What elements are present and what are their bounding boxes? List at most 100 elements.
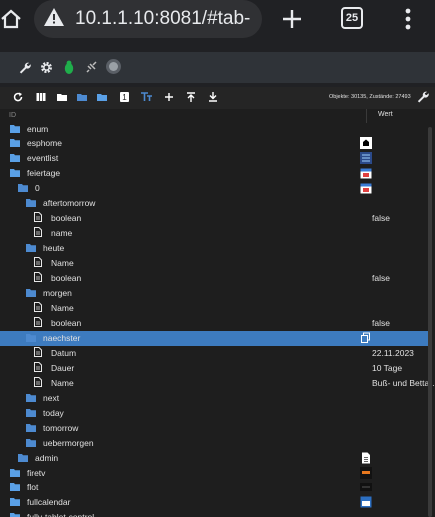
scrollbar[interactable]	[428, 127, 432, 517]
tree-folder-row[interactable]: morgen	[0, 286, 430, 301]
tree-folder-row[interactable]: fully-tablet-control	[0, 510, 430, 517]
document-icon	[362, 452, 370, 464]
bug-icon[interactable]	[63, 60, 75, 75]
download-icon[interactable]	[208, 92, 218, 102]
folder-icon	[10, 169, 20, 177]
wrench-icon[interactable]	[18, 61, 31, 74]
tree-folder-row[interactable]: flot	[0, 480, 430, 495]
state-document-icon	[34, 302, 42, 312]
upload-icon[interactable]	[186, 92, 196, 102]
object-stats: Objekte: 30135, Zustände: 27493	[329, 94, 411, 100]
folder-icon	[26, 244, 36, 252]
state-value[interactable]: false	[372, 213, 390, 223]
more-menu-icon[interactable]	[404, 8, 412, 30]
tree-item-label: heute	[43, 243, 65, 253]
state-document-icon	[34, 272, 42, 282]
tree-item-label: admin	[35, 453, 59, 463]
tree-folder-row[interactable]: heute	[0, 241, 430, 256]
tree-item-label: uebermorgen	[43, 438, 94, 448]
tree-folder-row[interactable]: esphome	[0, 136, 430, 151]
warning-icon[interactable]	[43, 7, 65, 27]
tree-folder-row[interactable]: firetv	[0, 466, 430, 481]
tree-item-label: tomorrow	[43, 423, 79, 433]
gear-icon[interactable]	[40, 61, 53, 74]
state-document-icon	[34, 347, 42, 357]
tree-folder-row[interactable]: enum	[0, 123, 430, 137]
text-size-icon[interactable]	[141, 92, 153, 102]
state-document-icon	[34, 362, 42, 372]
folder-icon	[26, 199, 36, 207]
browser-toolbar: 10.1.1.10:8081/#tab- 25	[0, 0, 435, 46]
tree-folder-row[interactable]: today	[0, 406, 430, 421]
tree-item-label: 0	[35, 183, 40, 193]
tree-item-label: Datum	[51, 348, 77, 358]
tree-item-label: morgen	[43, 288, 72, 298]
state-value[interactable]: false	[372, 318, 390, 328]
tree-folder-row[interactable]: tomorrow	[0, 421, 430, 436]
tree-state-row[interactable]: Name	[0, 301, 430, 316]
firetv-logo-icon	[360, 467, 372, 479]
tree-folder-row[interactable]: uebermorgen	[0, 436, 430, 451]
tree-folder-row[interactable]: 0	[0, 181, 430, 196]
folder-icon	[10, 498, 20, 506]
refresh-icon[interactable]	[13, 92, 23, 102]
svg-text:1: 1	[122, 93, 127, 102]
tree-folder-row[interactable]: naechster	[0, 331, 430, 346]
tree-folder-row[interactable]: fullcalendar	[0, 495, 430, 510]
tree-toolbar: 1 Objekte: 30135, Zustände: 27493	[0, 87, 435, 109]
state-document-icon	[34, 257, 42, 267]
settings-wrench-icon[interactable]	[416, 90, 429, 103]
tree-state-row[interactable]: Datum 22.11.2023	[0, 346, 430, 361]
id-column-header[interactable]: ID	[9, 112, 16, 119]
tree-state-row[interactable]: boolean false	[0, 271, 430, 286]
url-text[interactable]: 10.1.1.10:8081/#tab-	[75, 8, 250, 30]
columns-icon[interactable]	[36, 92, 46, 102]
state-value[interactable]: Buß- und Betta…	[372, 378, 435, 388]
tree-state-row[interactable]: Name	[0, 256, 430, 271]
state-value[interactable]: false	[372, 273, 390, 283]
tree-state-row[interactable]: boolean false	[0, 211, 430, 226]
list-icon	[360, 152, 372, 164]
app-toolbar	[0, 52, 435, 83]
home-icon[interactable]	[0, 8, 22, 30]
object-tree: enum esphome eventlist feiertage 0 aftertomor…	[0, 123, 435, 517]
folder-icon[interactable]	[57, 92, 67, 102]
new-tab-icon[interactable]	[281, 8, 303, 30]
tree-state-row[interactable]: boolean false	[0, 316, 430, 331]
folder-icon	[26, 394, 36, 402]
tree-state-row[interactable]: Name Buß- und Betta…	[0, 376, 435, 391]
folder-icon	[10, 483, 20, 491]
state-document-icon	[34, 317, 42, 327]
state-value[interactable]: 22.11.2023	[372, 348, 414, 358]
tree-item-label: today	[43, 408, 64, 418]
tree-state-row[interactable]: name	[0, 226, 430, 241]
tree-item-label: next	[43, 393, 60, 403]
tree-item-label: name	[51, 228, 73, 238]
tree-folder-row[interactable]: next	[0, 391, 430, 406]
value-column-header[interactable]: Wert	[378, 111, 393, 118]
tree-folder-row[interactable]: eventlist	[0, 151, 430, 166]
tree-item-label: Name	[51, 303, 74, 313]
tree-item-label: eventlist	[27, 153, 59, 163]
copy-icon[interactable]	[360, 332, 372, 344]
folder-icon	[26, 439, 36, 447]
column-header: ID Wert	[0, 109, 435, 123]
counter-icon[interactable]: 1	[120, 92, 129, 102]
tree-folder-row[interactable]: admin	[0, 451, 430, 466]
tree-folder-row[interactable]: feiertage	[0, 166, 430, 181]
folder-closed-icon[interactable]	[97, 92, 107, 102]
state-value[interactable]: 10 Tage	[372, 363, 402, 373]
folder-icon	[10, 513, 20, 517]
disconnect-icon[interactable]	[86, 61, 98, 73]
add-icon[interactable]	[164, 92, 174, 102]
tree-folder-row[interactable]: aftertomorrow	[0, 196, 430, 211]
folder-open-icon[interactable]	[77, 92, 87, 102]
tree-item-label: boolean	[51, 273, 82, 283]
tree-item-label: enum	[27, 124, 49, 134]
flot-logo-icon	[360, 483, 372, 491]
folder-icon	[10, 125, 20, 133]
expert-mode-icon[interactable]	[106, 59, 121, 74]
tree-item-label: feiertage	[27, 168, 61, 178]
tree-state-row[interactable]: Dauer 10 Tage	[0, 361, 430, 376]
tab-switcher-button[interactable]: 25	[341, 7, 363, 29]
